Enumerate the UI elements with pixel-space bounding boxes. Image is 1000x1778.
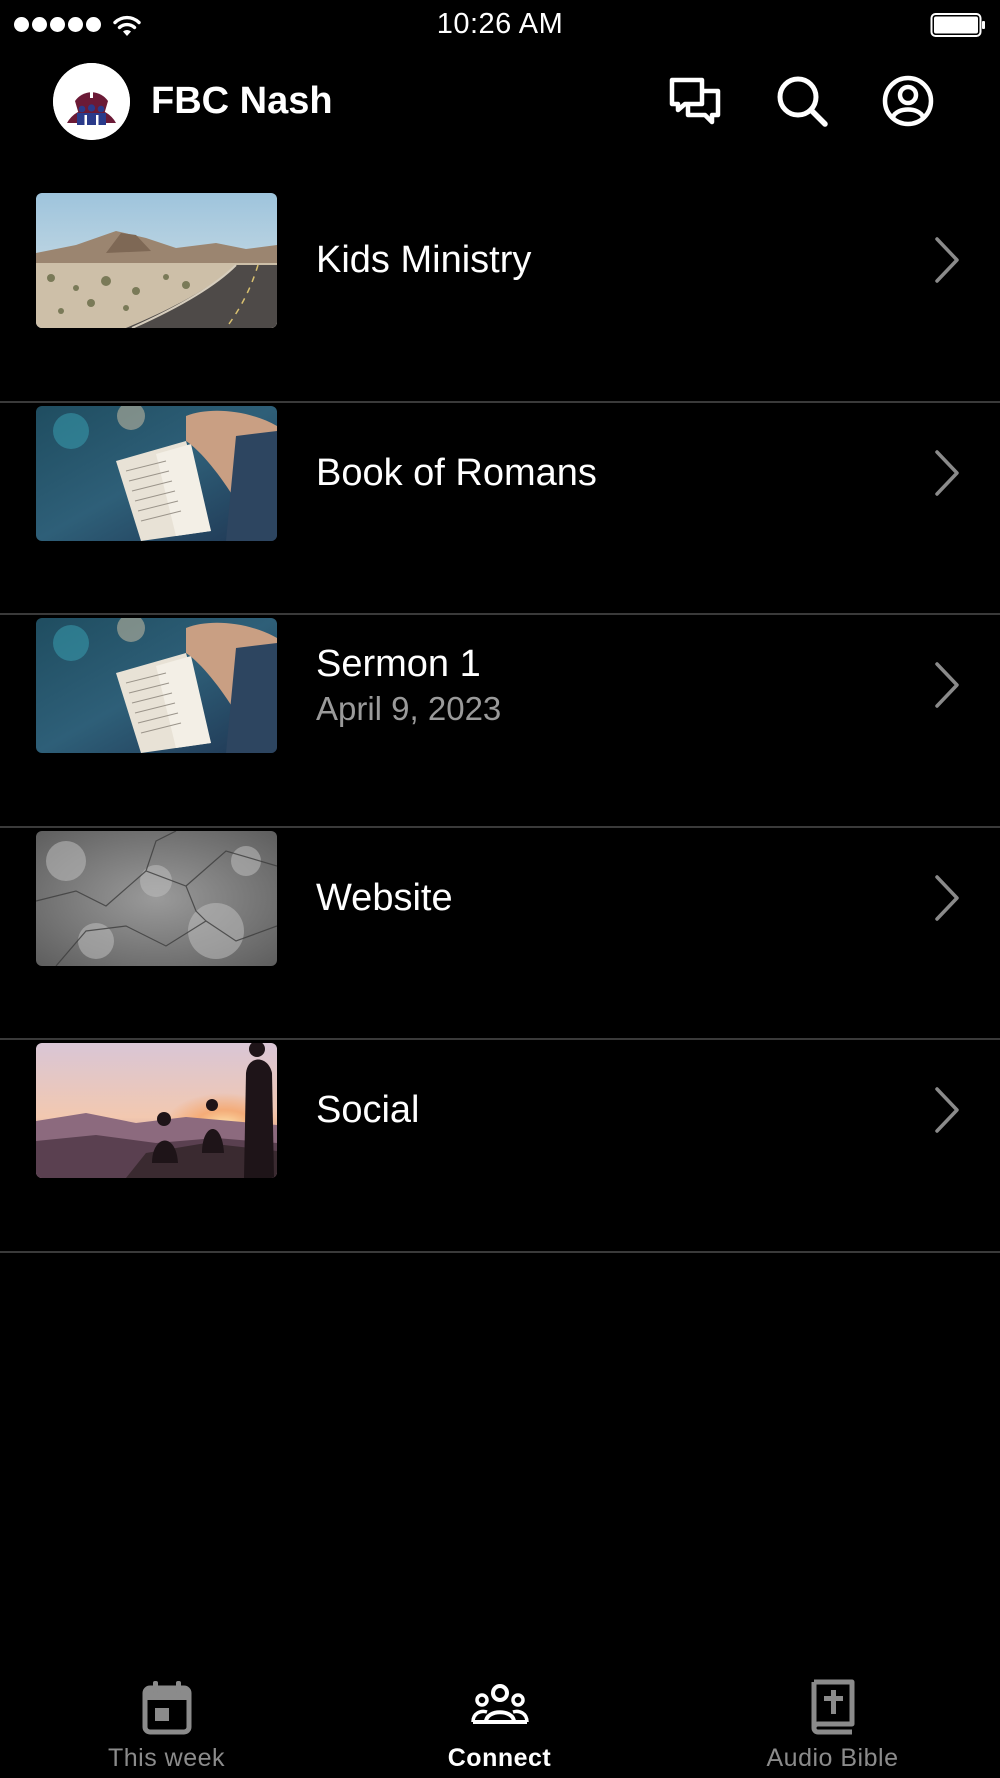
list-item-kids-ministry[interactable]: Kids Ministry (0, 190, 1000, 403)
list-item-sermon-1[interactable]: Sermon 1 April 9, 2023 (0, 615, 1000, 828)
tab-label: This week (107, 1744, 226, 1772)
desert-road-image (36, 193, 277, 328)
chevron-right-icon (935, 449, 959, 496)
open-bible-image (36, 405, 277, 541)
profile-icon[interactable] (879, 72, 937, 130)
app-title: FBC Nash (151, 80, 333, 122)
list-item-social[interactable]: Social (0, 1040, 1000, 1253)
chat-icon[interactable] (666, 72, 724, 130)
people-group-icon (470, 1684, 529, 1724)
tab-label: Audio Bible (766, 1744, 899, 1772)
calendar-icon (142, 1681, 191, 1735)
status-time: 10:26 AM (436, 8, 564, 40)
tab-connect[interactable]: Connect (333, 1660, 666, 1778)
list-item-title: Sermon 1 (316, 643, 481, 685)
list-item-book-of-romans[interactable]: Book of Romans (0, 403, 1000, 615)
app-header: FBC Nash (0, 50, 1000, 190)
chevron-right-icon (935, 1087, 959, 1133)
tab-label: Connect (447, 1744, 552, 1772)
chevron-right-icon (935, 237, 959, 283)
sunset-people-image (36, 1043, 277, 1178)
church-logo-icon[interactable] (53, 63, 130, 140)
battery-icon (930, 13, 985, 37)
chevron-right-icon (935, 662, 959, 708)
list-item-website[interactable]: Website (0, 828, 1000, 1040)
list-item-title: Website (316, 876, 453, 919)
bible-icon (811, 1679, 854, 1735)
chevron-right-icon (935, 874, 959, 921)
list-item-title: Book of Romans (316, 451, 597, 494)
list-item-title: Kids Ministry (316, 239, 532, 281)
status-bar: 10:26 AM (0, 0, 1000, 50)
tab-bar: This week Connect Audio Bible (0, 1660, 1000, 1778)
content-list: Kids Ministry Book of Romans Sermon 1 Ap… (0, 190, 1000, 1253)
search-icon[interactable] (773, 72, 831, 130)
tab-audio-bible[interactable]: Audio Bible (666, 1660, 999, 1778)
marble-texture-image (36, 830, 277, 966)
list-item-date: April 9, 2023 (316, 690, 502, 727)
list-item-title: Social (316, 1089, 420, 1131)
open-bible-image (36, 618, 277, 753)
tab-this-week[interactable]: This week (0, 1660, 333, 1778)
